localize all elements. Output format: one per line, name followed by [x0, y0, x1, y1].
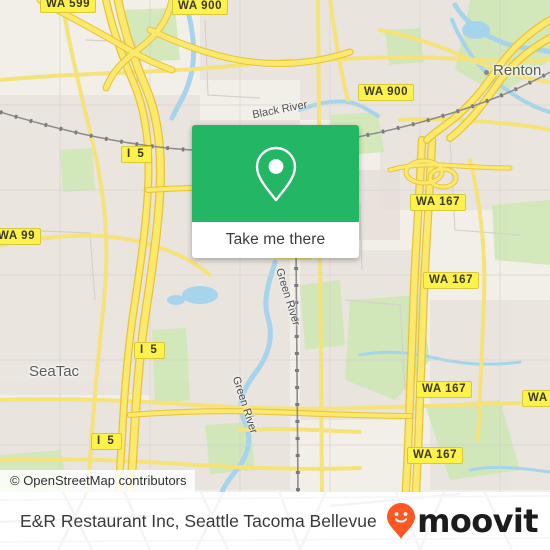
shield-i5-north: I 5: [121, 146, 152, 163]
moovit-smiley-pin-icon: [387, 503, 416, 539]
shield-wa-99: WA 99: [0, 228, 42, 245]
moovit-wordmark: moovit: [417, 502, 538, 540]
shield-wa-167-north: WA 167: [410, 194, 467, 211]
bottom-bar: E&R Restaurant Inc, Seattle Tacoma Belle…: [0, 492, 550, 550]
place-dot-renton: [484, 70, 489, 75]
shield-wa-167-lower-mid: WA 167: [416, 381, 473, 398]
shield-wa-167-south: WA 167: [407, 447, 464, 464]
shield-wa-900-top: WA 900: [172, 0, 229, 15]
moovit-map-page: WA 599 WA 900 WA 900 I 5 I 5 I 5 WA 99 W…: [0, 0, 550, 550]
card-pin-area: [192, 125, 359, 222]
take-me-there-label: Take me there: [225, 231, 326, 248]
place-label-seatac: SeaTac: [29, 363, 80, 380]
osm-attribution[interactable]: © OpenStreetMap contributors: [0, 470, 195, 492]
shield-i5-mid: I 5: [134, 342, 165, 359]
shield-wa-900: WA 900: [358, 84, 415, 101]
shield-wa-167-upper-mid: WA 167: [423, 272, 480, 289]
page-title: E&R Restaurant Inc, Seattle Tacoma Belle…: [20, 511, 377, 531]
shield-wa-edge: WA: [522, 390, 550, 407]
moovit-logo[interactable]: moovit: [386, 492, 539, 550]
take-me-there-button[interactable]: Take me there: [192, 222, 359, 258]
place-label-renton: Renton: [493, 62, 542, 79]
map-pin-icon: [255, 146, 296, 201]
shield-wa-599: WA 599: [40, 0, 97, 13]
take-me-there-card[interactable]: Take me there: [192, 125, 359, 258]
shield-i5-south: I 5: [91, 433, 122, 450]
